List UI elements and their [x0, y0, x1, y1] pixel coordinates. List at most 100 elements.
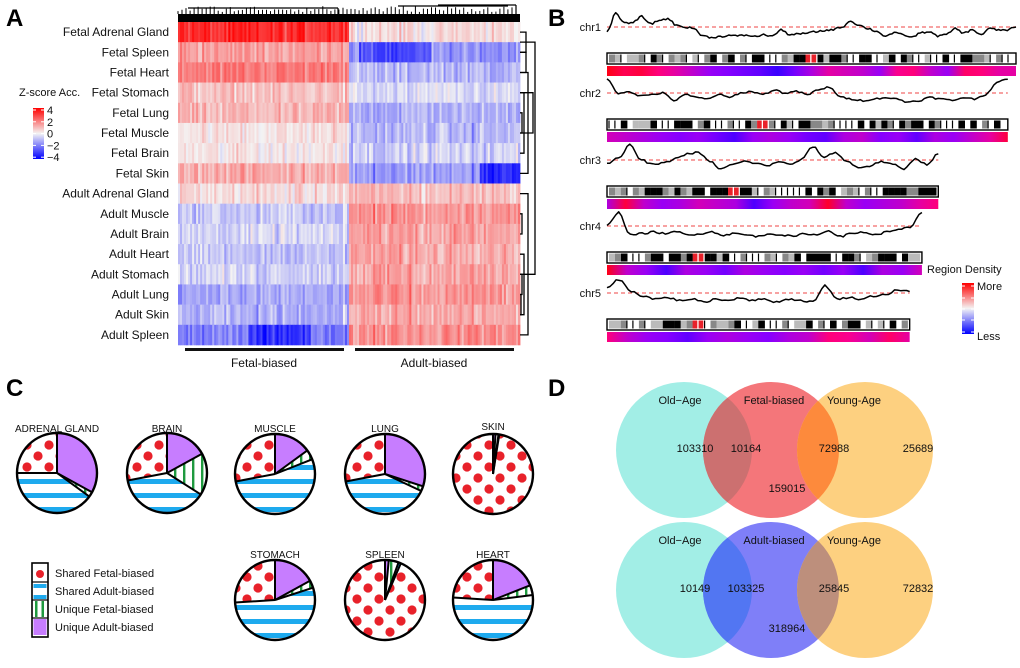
ideogram-band [674, 187, 681, 196]
ideogram-band [930, 187, 937, 196]
accessibility-profile-line [606, 279, 910, 304]
ideogram-band [888, 54, 896, 63]
ideogram-band [824, 253, 831, 262]
pie-legend-item: Shared Adult-biased [32, 581, 154, 599]
pie-chart: BRAIN [125, 424, 209, 515]
ideogram-band [763, 187, 770, 196]
region-density-bar [607, 66, 1016, 76]
pie-chart: STOMACH [233, 550, 317, 642]
ideogram-band [692, 54, 699, 63]
pie-title: SKIN [481, 422, 504, 433]
venn-count-right-only: 25689 [903, 443, 934, 455]
chromosome-panel: chr1 chr2 chr3 chr4 chr5 [580, 11, 1017, 342]
ideogram-band [883, 54, 890, 63]
ideogram-band [875, 120, 882, 129]
venn-set-label: Old−Age [658, 395, 701, 407]
ideogram-band [757, 120, 762, 129]
figure: A B C D Fetal Adrenal GlandFetal SpleenF… [6, 4, 1017, 658]
ideogram-band [906, 187, 913, 196]
fetal-biased-bar [185, 348, 344, 351]
ideogram-band [788, 253, 795, 262]
ideogram-band [674, 320, 681, 329]
ideogram-band [866, 253, 873, 262]
ideogram-band [680, 54, 687, 63]
column-dendrogram [177, 4, 520, 22]
ideogram-band [804, 120, 811, 129]
ideogram-band [812, 253, 819, 262]
ideogram-band [758, 320, 765, 329]
venn-count-left-only: 10149 [680, 583, 711, 595]
row-label: Fetal Lung [112, 106, 169, 120]
ideogram-band [620, 187, 628, 196]
ideogram-band [734, 320, 741, 329]
row-label: Fetal Stomach [92, 86, 169, 100]
venn-count-left-only: 103310 [677, 443, 714, 455]
ideogram-band [794, 253, 801, 262]
ideogram-band [912, 187, 919, 196]
ideogram-band [632, 54, 639, 63]
ideogram-band [906, 54, 913, 63]
row-label: Adult Skin [115, 308, 169, 322]
ideogram-band [615, 54, 622, 63]
pie-legend-label: Shared Fetal-biased [55, 568, 154, 580]
ideogram-band [865, 320, 872, 329]
ideogram-band [668, 54, 675, 63]
ideogram-band [770, 253, 777, 262]
venn-count-left-center: 10164 [731, 443, 762, 455]
chromosome-label: chr2 [580, 88, 601, 100]
venn-count-center-only: 318964 [769, 623, 806, 635]
ideogram-band [768, 120, 775, 129]
ideogram-band [745, 187, 753, 196]
ideogram-band [615, 253, 622, 262]
ideogram-band [934, 120, 941, 129]
ideogram-band [917, 120, 924, 129]
pie-legend-label: Unique Adult-biased [55, 622, 153, 634]
row-label: Fetal Adrenal Gland [63, 25, 169, 39]
ideogram-band [644, 120, 651, 129]
ideogram-band [786, 120, 793, 129]
ideogram-band [908, 253, 915, 262]
accessibility-profile-line [606, 11, 1017, 39]
ideogram-band [668, 320, 675, 329]
adult-biased-label: Adult-biased [401, 356, 468, 370]
venn-set-label: Adult-biased [743, 535, 804, 547]
ideogram-band [817, 54, 824, 63]
pie-legend-item: Unique Fetal-biased [32, 599, 153, 617]
row-labels: Fetal Adrenal Gland Fetal Spleen Fetal Hea… [62, 25, 169, 342]
row-label: Fetal Heart [110, 66, 170, 80]
pie-legend-label: Unique Fetal-biased [55, 604, 153, 616]
ideogram-band [698, 187, 705, 196]
ideogram-band [704, 54, 711, 63]
venn-set-label: Young-Age [827, 395, 881, 407]
ideogram-band [914, 253, 921, 262]
ideogram-band [888, 187, 895, 196]
venn-panel: Old−Age Fetal-biased Young-Age 103310 10164 1… [616, 382, 933, 658]
ideogram-band [787, 54, 794, 63]
ideogram-band [793, 54, 800, 63]
ideogram-band [674, 253, 681, 262]
legend-vstripe-icon [35, 601, 38, 617]
ideogram-band [703, 120, 710, 129]
ideogram-band [905, 120, 912, 129]
pie-legend-label: Shared Adult-biased [55, 586, 154, 598]
ideogram-band [830, 320, 837, 329]
ideogram-band [728, 320, 735, 329]
ideogram-band [805, 187, 812, 196]
ideogram-band [644, 253, 652, 262]
ideogram-band [686, 187, 693, 196]
venn-set-label: Old−Age [658, 535, 701, 547]
ideogram-band [806, 320, 813, 329]
ideogram-band [811, 54, 817, 63]
legend-swatch-unique-adult [33, 619, 47, 635]
ideogram-band [835, 54, 842, 63]
chromosome-label: chr3 [580, 155, 601, 167]
region-density-bar [607, 132, 1008, 142]
venn-count-center-right: 72988 [819, 443, 850, 455]
ideogram-band [842, 253, 849, 262]
pie-legend-item: Shared Fetal-biased [33, 565, 154, 581]
ideogram-band [615, 320, 622, 329]
ideogram-band [638, 320, 646, 329]
zscore-tick-label: −2 [47, 140, 60, 152]
ideogram-band [710, 54, 717, 63]
ideogram-band [698, 253, 704, 262]
